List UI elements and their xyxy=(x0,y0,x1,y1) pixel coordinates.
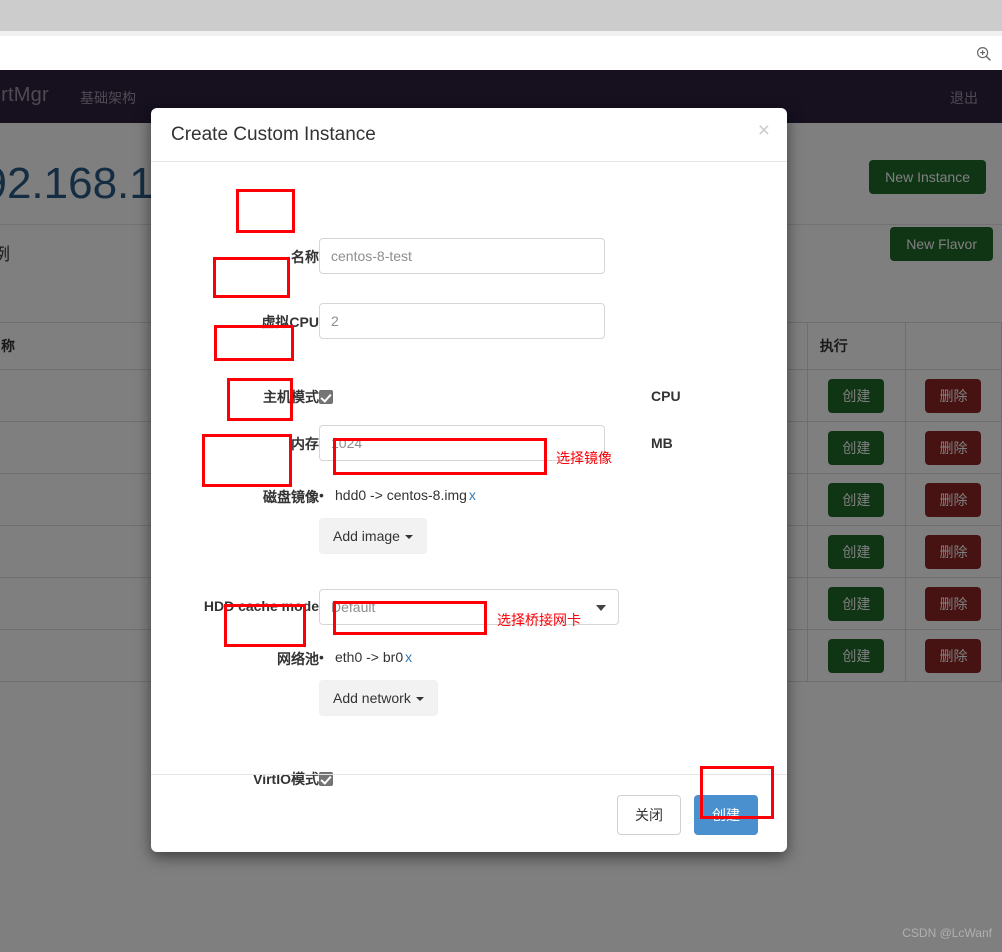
modal-header: Create Custom Instance × xyxy=(151,108,787,162)
create-custom-instance-dialog: Create Custom Instance × 名称 centos-8-tes… xyxy=(151,108,787,852)
add-image-button[interactable]: Add image xyxy=(319,518,427,554)
name-input[interactable]: centos-8-test xyxy=(319,238,605,274)
browser-titlebar xyxy=(0,0,1002,31)
memory-unit: MB xyxy=(651,435,673,451)
bullet-icon: • xyxy=(319,649,324,665)
label-vcpu: 虚拟CPU xyxy=(261,314,319,330)
hdd-cache-select[interactable]: Default xyxy=(319,589,619,625)
disk-image-token-label: hdd0 -> centos-8.img xyxy=(335,487,467,503)
label-network-pool: 网络池 xyxy=(277,651,319,667)
label-hdd-cache: HDD cache mode xyxy=(203,598,319,614)
host-model-unit: CPU xyxy=(651,388,681,404)
watermark: CSDN @LcWanf xyxy=(902,926,992,940)
label-host-model: 主机模式 xyxy=(263,389,319,405)
close-button[interactable]: 关闭 xyxy=(617,795,681,835)
browser-toolbar xyxy=(0,36,1002,71)
add-image-label: Add image xyxy=(333,528,400,544)
network-pool-token[interactable]: • eth0 -> br0 x xyxy=(319,649,412,665)
modal-footer: 关闭 创建 xyxy=(151,774,787,852)
chevron-down-icon xyxy=(596,605,606,611)
modal-body: 名称 centos-8-test 虚拟CPU 2 主机模式 CPU 内存 102… xyxy=(151,162,787,787)
vcpu-input[interactable]: 2 xyxy=(319,303,605,339)
label-memory: 内存 xyxy=(291,436,319,452)
modal-title: Create Custom Instance xyxy=(171,124,376,145)
network-pool-token-label: eth0 -> br0 xyxy=(335,649,404,665)
chevron-down-icon xyxy=(415,697,424,701)
bullet-icon: • xyxy=(319,487,324,503)
add-network-button[interactable]: Add network xyxy=(319,680,438,716)
memory-input[interactable]: 1024 xyxy=(319,425,605,461)
chevron-down-icon xyxy=(404,535,413,539)
create-button[interactable]: 创建 xyxy=(694,795,758,835)
network-pool-remove-link[interactable]: x xyxy=(405,649,412,665)
label-disk-image: 磁盘镜像 xyxy=(263,489,319,505)
host-model-checkbox[interactable] xyxy=(319,390,333,404)
zoom-in-icon[interactable] xyxy=(976,46,992,62)
close-icon[interactable]: × xyxy=(758,120,770,141)
label-name: 名称 xyxy=(291,249,319,265)
disk-image-remove-link[interactable]: x xyxy=(469,487,476,503)
hdd-cache-value: Default xyxy=(331,599,376,615)
add-network-label: Add network xyxy=(333,690,411,706)
disk-image-token[interactable]: • hdd0 -> centos-8.img x xyxy=(319,487,476,503)
